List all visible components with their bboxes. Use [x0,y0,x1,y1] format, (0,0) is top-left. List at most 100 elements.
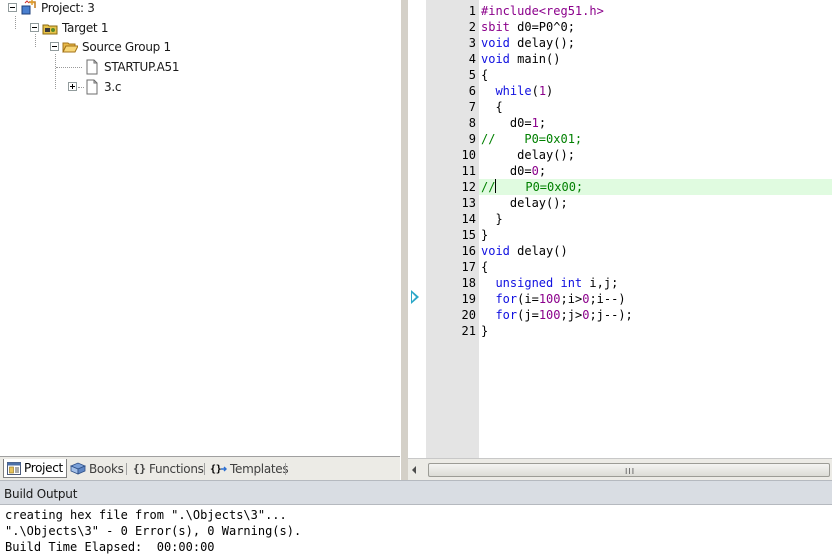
code-text: { [481,100,503,114]
code-line[interactable]: 14 } [426,211,832,227]
file-label: 3.c [104,80,122,94]
tab-books[interactable]: Books [67,459,127,478]
code-line[interactable]: 17 { [426,259,832,275]
tree-connector [56,67,82,68]
tree-connector [55,54,56,89]
code-line[interactable]: 6 while(1) [426,83,832,99]
expand-icon[interactable] [68,82,77,91]
tab-label: Templates [230,461,289,476]
pane-splitter[interactable] [400,0,408,480]
target-icon [42,20,58,36]
scrollbar-thumb[interactable]: III [428,463,830,477]
code-line[interactable]: 8 d0=1; [426,115,832,131]
project-tree: Project: 3 Target 1 Source Group 1 START… [0,0,400,456]
code-line[interactable]: 13 delay(); [426,195,832,211]
file-icon [84,59,100,75]
code-line[interactable]: 21} [426,323,832,339]
code-line[interactable]: 3 void delay(); [426,35,832,51]
line-number: 12 [461,180,476,194]
tree-connector [15,16,16,29]
line-number: 7 [468,100,476,114]
source-group-label: Source Group 1 [82,40,171,54]
line-number: 14 [461,212,476,226]
line-number: 21 [461,324,476,338]
tab-label: Project [24,461,63,475]
code-text: // P0=0x00; [479,179,832,195]
code-line[interactable]: 18 unsigned int i,j; [426,275,832,291]
line-number: 9 [468,132,476,146]
code-text: void delay(); [481,36,575,50]
code-line[interactable]: 11 d0=0; [426,163,832,179]
code-text: while(1) [495,84,554,98]
code-editor[interactable]: 1 #include<reg51.h> 2 sbit d0=P0^0; 3 void … [408,0,832,480]
code-text: } [481,212,503,226]
code-text: sbit d0=P0^0; [481,20,575,34]
code-text: d0=0; [481,164,547,178]
tab-templates[interactable]: {} Templates [207,459,291,478]
tab-separator [285,463,286,475]
code-line[interactable]: 9 // P0=0x01; [426,131,832,147]
line-number: 5 [468,68,476,82]
build-output-panel[interactable]: creating hex file from ".\Objects\3"... … [0,505,832,560]
tab-label: Books [89,461,124,476]
tree-item-file[interactable]: STARTUP.A51 [84,58,179,76]
tab-separator [204,463,205,475]
build-output-title: Build Output [4,487,78,501]
line-number: 19 [461,292,476,306]
line-number: 1 [468,4,476,18]
code-text: d0=1; [481,116,547,130]
tab-separator [126,463,127,475]
line-number: 8 [468,116,476,130]
code-line[interactable]: 5{ [426,67,832,83]
build-output-line: creating hex file from ".\Objects\3"... [5,508,287,522]
code-text: } [481,228,489,242]
code-line[interactable]: 16 void delay() [426,243,832,259]
code-line[interactable]: 1 #include<reg51.h> [426,3,832,19]
project-window-icon [7,461,21,475]
project-tabs: Project Books {} Functions {} Templates [0,456,400,480]
line-number: 2 [468,20,476,34]
code-line[interactable]: 2 sbit d0=P0^0; [426,19,832,35]
horizontal-scrollbar[interactable]: III [408,458,832,480]
target-label: Target 1 [62,21,109,35]
line-number: 10 [461,148,476,162]
code-text: } [481,324,489,338]
code-line[interactable]: 7 { [426,99,832,115]
build-output-line: ".\Objects\3" - 0 Error(s), 0 Warning(s)… [5,524,302,538]
code-line[interactable]: 15} [426,227,832,243]
tab-functions[interactable]: {} Functions [130,459,207,478]
project-icon [21,0,37,16]
arrow-left-icon [412,466,416,474]
collapse-icon[interactable] [50,42,59,51]
code-line[interactable]: 19 for(i=100;i>0;i--) [426,291,832,307]
file-icon [84,79,100,95]
line-number: 16 [461,244,476,258]
line-number: 17 [461,260,476,274]
code-line[interactable]: 4 void main() [426,51,832,67]
scroll-left-button[interactable] [408,462,424,478]
collapse-icon[interactable] [8,3,17,12]
line-number: 11 [461,164,476,178]
project-label: Project: 3 [41,1,95,15]
code-text: for(j=100;j>0;j--); [495,308,633,322]
build-output-header: Build Output [0,480,832,505]
code-line[interactable]: 10 delay(); [426,147,832,163]
line-number: 3 [468,36,476,50]
line-number: 18 [461,276,476,290]
tab-project[interactable]: Project [3,459,67,478]
collapse-icon[interactable] [30,23,39,32]
bookmark-margin[interactable] [408,0,426,458]
functions-icon: {} [133,462,146,475]
code-text: for(i=100;i>0;i--) [495,292,626,306]
tree-item-target[interactable]: Target 1 [30,19,108,37]
tree-item-source-group[interactable]: Source Group 1 [50,38,171,56]
tree-item-project[interactable]: Project: 3 [8,0,95,17]
tree-item-file[interactable]: 3.c [68,78,121,96]
tab-label: Functions [149,461,204,476]
code-line-highlighted[interactable]: 12// P0=0x00; [426,179,832,195]
code-line[interactable]: 20 for(j=100;j>0;j--); [426,307,832,323]
code-text: #include<reg51.h> [481,4,604,18]
code-text: // P0=0x01; [481,132,583,146]
code-text: void main() [481,52,561,66]
templates-icon: {} [210,462,227,475]
